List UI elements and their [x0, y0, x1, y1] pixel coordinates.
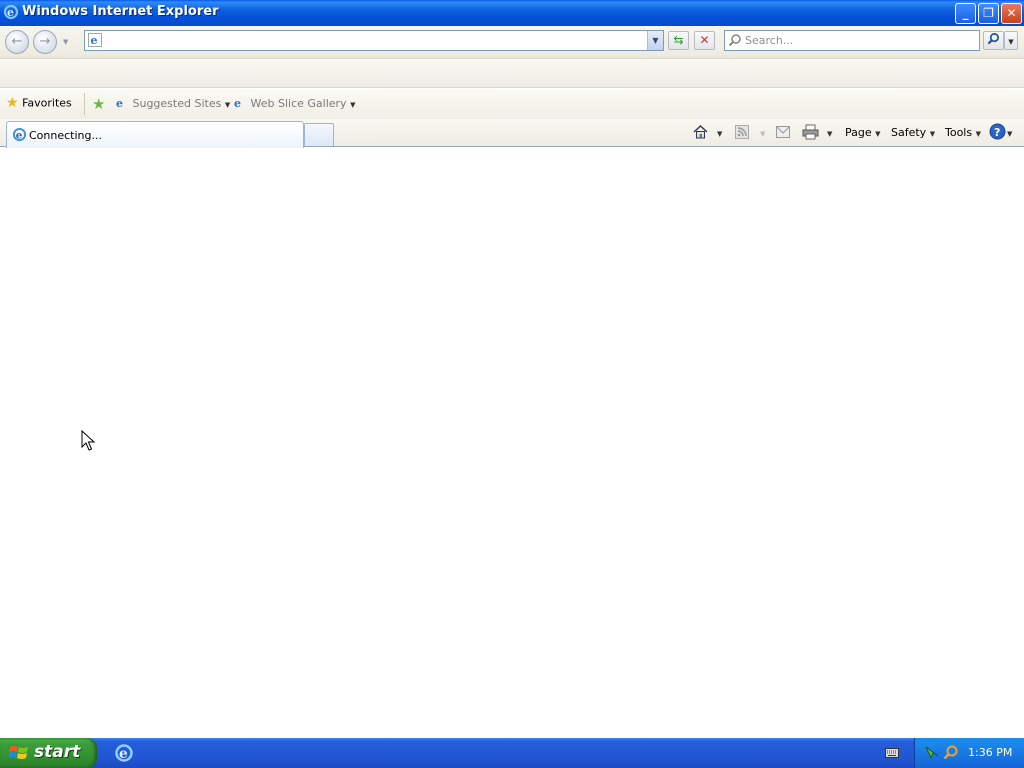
- search-box[interactable]: [724, 30, 980, 51]
- tab-row: e Connecting... ▼ ▼ ▼ Page ▼ Safety ▼ To…: [0, 119, 1024, 148]
- svg-text:e: e: [7, 6, 14, 19]
- search-tray-icon[interactable]: [943, 744, 959, 763]
- magnifier-icon: [987, 33, 999, 45]
- page-menu-label: Page: [845, 126, 872, 139]
- svg-text:?: ?: [994, 126, 1000, 139]
- print-dropdown[interactable]: ▼: [827, 130, 832, 138]
- favbar-item-web-slice-gallery[interactable]: e Web Slice Gallery ▼: [234, 97, 355, 110]
- address-input[interactable]: [105, 32, 645, 49]
- system-tray: 1:36 PM: [914, 738, 1024, 768]
- chevron-down-icon: ▼: [1008, 38, 1014, 46]
- help-dropdown[interactable]: ▼: [1007, 130, 1012, 138]
- navigation-bar: ← → ▼ e ▼ ⇆ ✕ ▼: [0, 26, 1024, 59]
- add-to-favorites-bar-button[interactable]: ★: [92, 95, 105, 113]
- address-dropdown-button[interactable]: ▼: [647, 31, 663, 50]
- chevron-down-icon: ▼: [652, 36, 659, 45]
- minimize-button[interactable]: _: [955, 3, 976, 24]
- feeds-button[interactable]: [735, 125, 749, 142]
- home-dropdown[interactable]: ▼: [717, 130, 722, 138]
- search-icon: [728, 33, 742, 50]
- svg-text:e: e: [119, 746, 128, 762]
- feeds-dropdown[interactable]: ▼: [760, 130, 765, 138]
- search-options-button[interactable]: ▼: [1004, 31, 1018, 50]
- tools-menu[interactable]: Tools ▼: [945, 126, 981, 139]
- tools-menu-label: Tools: [945, 126, 973, 139]
- favbar-item-suggested-sites[interactable]: e Suggested Sites ▼: [116, 97, 230, 110]
- page-menu[interactable]: Page ▼: [845, 126, 881, 139]
- tab-label: Connecting...: [29, 129, 102, 142]
- ie-page-icon: e: [116, 97, 123, 110]
- favorites-label: Favorites: [22, 96, 72, 110]
- back-button[interactable]: ←: [5, 30, 29, 54]
- stop-icon: ✕: [699, 33, 710, 47]
- star-icon: ★: [6, 95, 19, 111]
- network-icon[interactable]: [924, 744, 940, 763]
- chevron-down-icon: ▼: [929, 130, 936, 138]
- close-button[interactable]: ✕: [1001, 3, 1022, 24]
- print-icon: [802, 124, 819, 140]
- ie-page-icon: e: [234, 97, 241, 110]
- feed-icon: [735, 125, 749, 139]
- read-mail-button[interactable]: [776, 126, 790, 141]
- home-button[interactable]: [692, 123, 709, 143]
- windows-logo-icon: [8, 744, 29, 765]
- help-button[interactable]: ?: [989, 123, 1006, 143]
- mail-icon: [776, 126, 790, 138]
- safety-menu[interactable]: Safety ▼: [891, 126, 935, 139]
- safety-menu-label: Safety: [891, 126, 927, 139]
- start-button[interactable]: start: [0, 738, 97, 768]
- forward-button[interactable]: →: [33, 30, 57, 54]
- address-field[interactable]: e ▼: [84, 30, 664, 51]
- favbar-item-label: Suggested Sites: [132, 97, 222, 110]
- keyboard-icon[interactable]: [885, 747, 899, 762]
- clock[interactable]: 1:36 PM: [968, 746, 1012, 759]
- mouse-cursor-icon: [81, 429, 96, 455]
- help-icon: ?: [989, 123, 1006, 140]
- toolbar-band: [0, 60, 1024, 88]
- favbar-item-label: Web Slice Gallery: [250, 97, 347, 110]
- print-button[interactable]: [802, 124, 819, 143]
- tab-connecting[interactable]: e Connecting...: [6, 121, 304, 148]
- favorites-bar: ★ Favorites ★ e Suggested Sites ▼ e Web …: [0, 89, 1024, 119]
- home-icon: [693, 125, 708, 139]
- ie-icon: e: [12, 127, 27, 145]
- chevron-down-icon: ▼: [224, 101, 231, 109]
- quick-launch-ie[interactable]: e: [114, 743, 134, 766]
- refresh-icon: ⇆: [673, 33, 684, 47]
- page-ie-icon: e: [88, 33, 102, 50]
- favorites-button[interactable]: ★ Favorites: [6, 95, 72, 111]
- refresh-button[interactable]: ⇆: [668, 31, 689, 50]
- svg-text:e: e: [16, 129, 23, 141]
- window-title: Windows Internet Explorer: [22, 4, 219, 19]
- svg-text:e: e: [91, 34, 98, 47]
- search-go-button[interactable]: [983, 31, 1004, 50]
- title-bar[interactable]: e Windows Internet Explorer _ ❐ ✕: [0, 0, 1024, 26]
- forward-icon: →: [39, 34, 51, 49]
- chevron-down-icon: ▼: [875, 130, 881, 138]
- back-icon: ←: [11, 34, 23, 49]
- new-tab-button[interactable]: [304, 123, 334, 146]
- divider: [84, 93, 85, 115]
- start-label: start: [34, 742, 81, 762]
- ie-icon: e: [3, 4, 19, 23]
- restore-button[interactable]: ❐: [978, 3, 999, 24]
- recent-pages-dropdown[interactable]: ▼: [63, 38, 68, 46]
- add-favorite-star-icon: ★: [92, 95, 106, 113]
- stop-button[interactable]: ✕: [694, 31, 715, 50]
- ie-icon: e: [115, 744, 133, 762]
- chevron-down-icon: ▼: [975, 130, 981, 138]
- search-input[interactable]: [745, 32, 975, 49]
- chevron-down-icon: ▼: [350, 101, 356, 109]
- taskbar: start e 1:36 PM: [0, 738, 1024, 768]
- page-content[interactable]: [0, 148, 1024, 738]
